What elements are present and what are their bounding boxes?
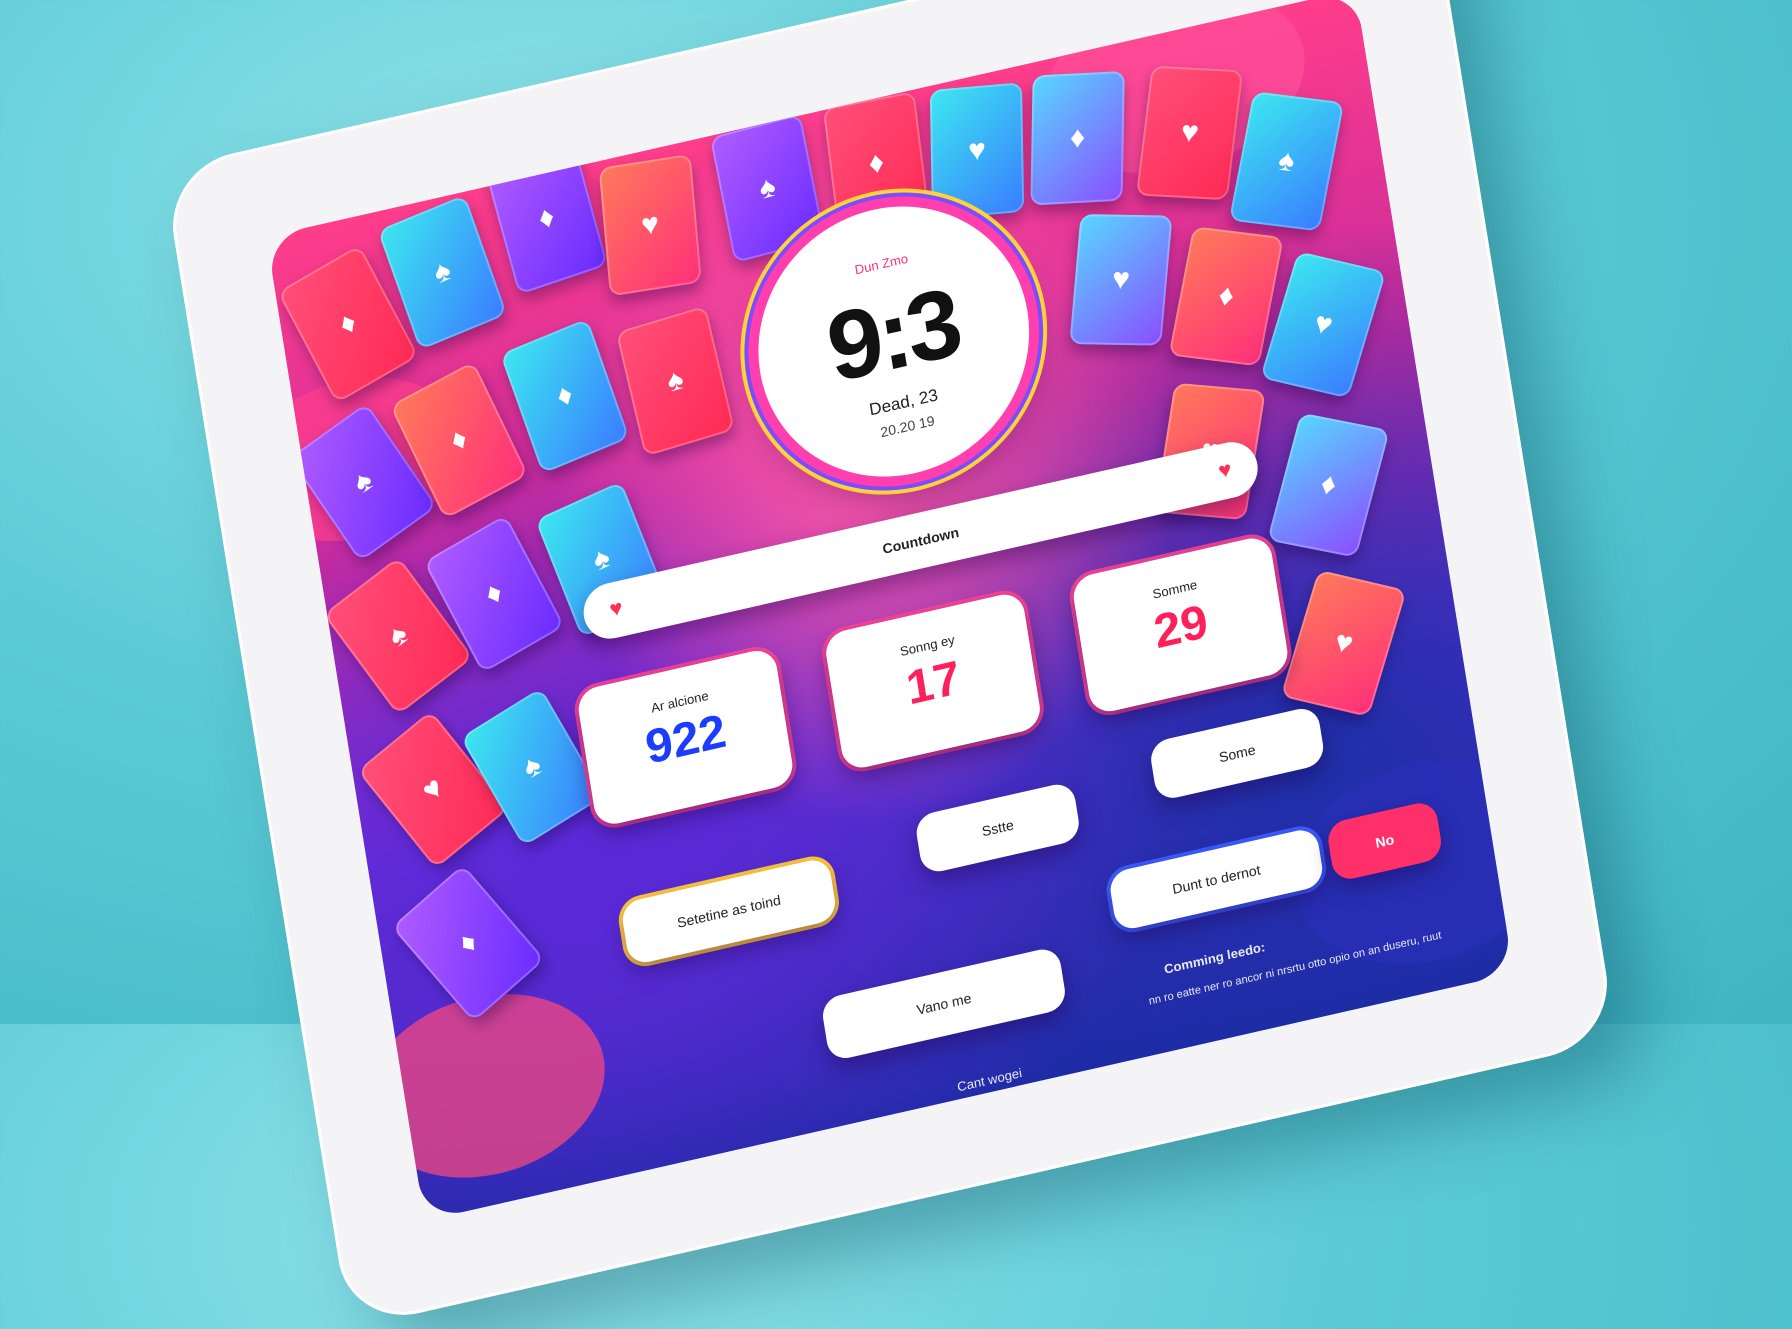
- sstte-button[interactable]: Sstte: [913, 780, 1082, 876]
- card: ♦: [1267, 412, 1390, 558]
- stat-tile-somme[interactable]: Somme 29: [1070, 534, 1291, 716]
- sstte-label: Sstte: [980, 816, 1015, 840]
- some-label: Some: [1217, 741, 1257, 766]
- stat-tile-sonng[interactable]: Sonng ey 17: [823, 590, 1044, 772]
- vano-label: Vano me: [915, 989, 973, 1018]
- tablet-device: ♦ ♠ ♦ ♥ ♦ ♥ ♠ ♠ ♦ ♦ ♠ ♥ ♦ ♥ ♠ ♦ ♠ ♥ ♦ ♥ …: [163, 0, 1617, 1329]
- no-label: No: [1374, 831, 1396, 851]
- card: ♥: [929, 82, 1025, 220]
- card: ♦: [500, 318, 630, 474]
- footer-small-text: aocsuo bae oru ehu olle bh ohl irimo oto…: [980, 1039, 1268, 1117]
- app-screen: ♦ ♠ ♦ ♥ ♦ ♥ ♠ ♠ ♦ ♦ ♠ ♥ ♦ ♥ ♠ ♦ ♠ ♥ ♦ ♥ …: [266, 0, 1514, 1221]
- some-button[interactable]: Some: [1148, 705, 1327, 802]
- cant-text: Cant wogei: [956, 1065, 1023, 1095]
- card: ♦: [1168, 226, 1284, 367]
- card: ♥: [1280, 569, 1407, 718]
- card: ♥: [598, 153, 702, 297]
- vano-button[interactable]: Vano me: [820, 945, 1068, 1062]
- card: ♥: [1260, 251, 1387, 399]
- card: ♥: [1069, 214, 1173, 346]
- setting-label: Setetine as toind: [676, 891, 782, 931]
- heart-icon: ♥: [1216, 456, 1234, 484]
- heart-icon: ♥: [607, 594, 625, 622]
- dunt-button[interactable]: Dunt to dernot: [1107, 826, 1326, 933]
- coming-text: Comming leedo:: [1162, 939, 1267, 977]
- card: ♠: [709, 113, 826, 264]
- card: ♠: [615, 305, 735, 457]
- card: ♥: [1135, 65, 1244, 201]
- setting-button[interactable]: Setetine as toind: [619, 856, 838, 967]
- dunt-label: Dunt to dernot: [1171, 861, 1262, 898]
- stat-tile-alcione[interactable]: Ar alcione 922: [575, 646, 796, 829]
- countdown-label: Countdown: [881, 524, 961, 557]
- card: ♦: [485, 141, 608, 295]
- card: ♦: [1030, 70, 1125, 206]
